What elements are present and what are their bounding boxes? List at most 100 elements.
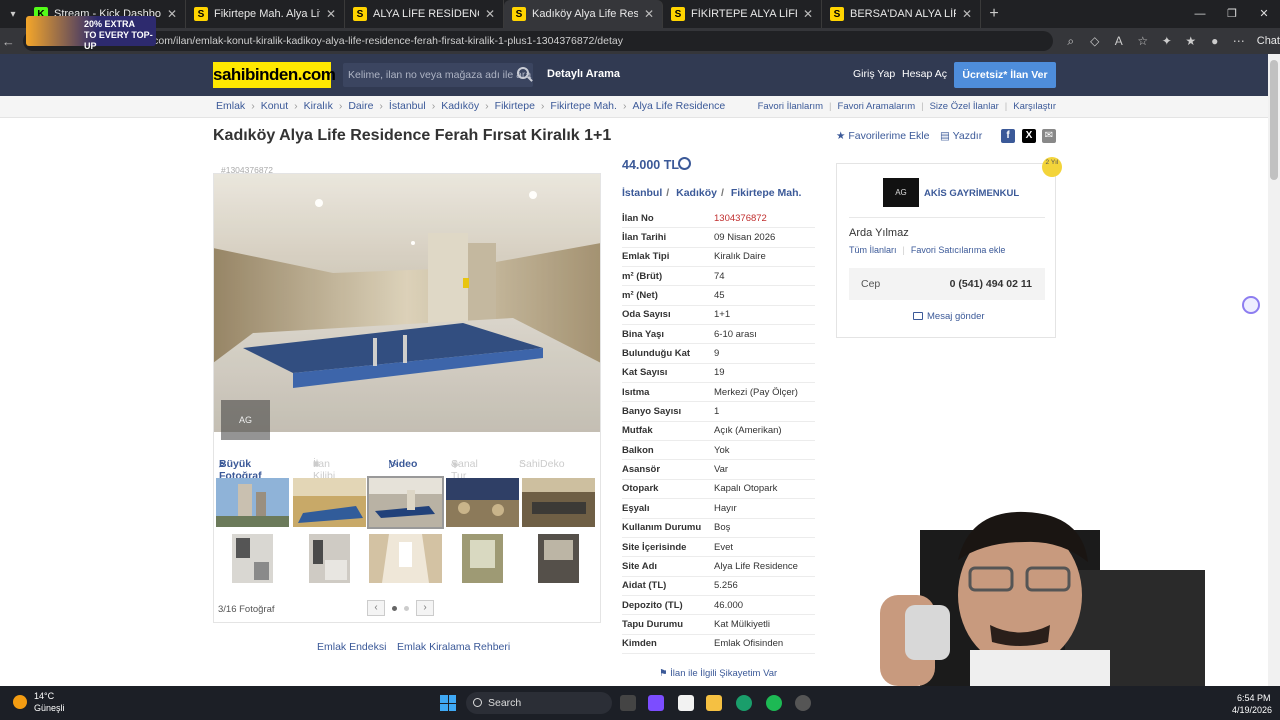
price-history-icon[interactable] xyxy=(678,157,691,170)
close-icon[interactable]: ✕ xyxy=(326,7,336,21)
close-window-icon[interactable]: ✕ xyxy=(1248,0,1280,28)
scrollbar-thumb[interactable] xyxy=(1270,60,1278,180)
zoom-icon[interactable]: ⌕ xyxy=(1059,34,1083,49)
back-icon[interactable]: ← xyxy=(0,34,17,49)
seller-logo[interactable]: AG xyxy=(883,178,919,207)
detail-value: 1 xyxy=(714,406,720,418)
obs-icon[interactable] xyxy=(795,695,811,711)
breadcrumb-item[interactable]: İstanbul xyxy=(389,100,426,112)
page-dot[interactable] xyxy=(404,606,409,611)
breadcrumb-item[interactable]: Emlak xyxy=(216,100,245,112)
favorite-seller-link[interactable]: Favori Satıcılarıma ekle xyxy=(911,245,1006,255)
thumbnail[interactable] xyxy=(446,534,519,583)
favorites-icon[interactable]: ★ xyxy=(1179,34,1203,49)
thumbnail-selected[interactable] xyxy=(367,476,444,529)
breadcrumb-item[interactable]: Kadıköy xyxy=(441,100,479,112)
favorite-star-icon[interactable]: ☆ xyxy=(1131,34,1155,49)
breadcrumb-item[interactable]: Kiralık xyxy=(304,100,333,112)
browser-tab-kadikoy-active[interactable]: S Kadıköy Alya Life Residence Ferah ✕ xyxy=(504,0,663,28)
chevron-right-icon[interactable]: › xyxy=(416,600,434,616)
browser-tab-fikirtepe[interactable]: S Fikirtepe Mah. Alya Life Residence ✕ xyxy=(186,0,345,28)
seller-company[interactable]: AKİS GAYRİMENKUL xyxy=(924,188,1019,199)
print-link[interactable]: ▤ Yazdır xyxy=(940,130,982,142)
windows-start-icon[interactable] xyxy=(440,695,456,711)
thumbnail[interactable] xyxy=(369,534,442,583)
location-neighborhood[interactable]: Fikirtepe Mah. xyxy=(731,187,802,199)
thumbnail[interactable] xyxy=(216,534,289,583)
send-message-link[interactable]: Mesaj gönder xyxy=(913,311,985,322)
copilot-chat-button[interactable]: Chat xyxy=(1257,35,1280,47)
thumbnail[interactable] xyxy=(446,478,519,527)
close-icon[interactable]: ✕ xyxy=(485,7,495,21)
location-city[interactable]: İstanbul xyxy=(622,187,662,199)
extensions-icon[interactable]: ✦ xyxy=(1155,34,1179,49)
all-listings-link[interactable]: Tüm İlanları xyxy=(849,245,897,255)
search-icon[interactable] xyxy=(517,67,529,79)
location-district[interactable]: Kadıköy xyxy=(676,187,717,199)
compare-link[interactable]: Karşılaştır xyxy=(1013,101,1056,112)
breadcrumb-item[interactable]: Daire xyxy=(348,100,373,112)
spotify-icon[interactable] xyxy=(766,695,782,711)
copilot-icon[interactable] xyxy=(648,695,664,711)
chevron-left-icon[interactable]: ‹ xyxy=(367,600,385,616)
site-logo[interactable]: sahibinden.com xyxy=(213,62,336,88)
thumbnail[interactable] xyxy=(522,534,595,583)
real-estate-index-link[interactable]: Emlak Endeksi xyxy=(317,641,386,653)
url-field[interactable]: den.com/ilan/emlak-konut-kiralik-kadikoy… xyxy=(22,31,1053,51)
close-icon[interactable]: ✕ xyxy=(803,7,813,21)
minimize-icon[interactable]: — xyxy=(1184,0,1216,28)
edge-icon[interactable] xyxy=(736,695,752,711)
close-icon[interactable]: ✕ xyxy=(644,7,654,21)
read-aloud-icon[interactable]: A xyxy=(1107,34,1131,49)
close-icon[interactable]: ✕ xyxy=(962,7,972,21)
breadcrumb-item[interactable]: Konut xyxy=(261,100,288,112)
complaint-link[interactable]: ⚑ İlan ile İlgili Şikayetim Var xyxy=(659,668,777,679)
add-favorite-link[interactable]: ★ Favorilerime Ekle xyxy=(836,130,929,142)
sun-icon[interactable] xyxy=(13,695,27,709)
signup-link[interactable]: Hesap Aç xyxy=(902,68,947,80)
restore-icon[interactable]: ❐ xyxy=(1216,0,1248,28)
breadcrumb-item[interactable]: Fikirtepe xyxy=(495,100,535,112)
new-tab-button[interactable]: + xyxy=(981,5,1007,23)
close-icon[interactable]: ✕ xyxy=(167,7,177,21)
file-explorer-icon[interactable] xyxy=(706,695,722,711)
page-dot-active[interactable] xyxy=(392,606,397,611)
taskbar-search[interactable]: Search xyxy=(466,692,612,714)
x-twitter-icon[interactable]: X xyxy=(1022,129,1036,143)
login-link[interactable]: Giriş Yap xyxy=(853,68,895,80)
thumbnail[interactable] xyxy=(293,478,366,527)
favorite-listings-link[interactable]: Favori İlanlarım xyxy=(758,101,823,112)
rental-guide-link[interactable]: Emlak Kiralama Rehberi xyxy=(397,641,510,653)
assistant-bubble-icon[interactable] xyxy=(1242,296,1260,314)
breadcrumb-item[interactable]: Fikirtepe Mah. xyxy=(550,100,617,112)
browser-tab-alya-3-metre[interactable]: S ALYA LİFE RESİDENCE DE 3 METRE ✕ xyxy=(345,0,504,28)
special-listings-link[interactable]: Size Özel İlanlar xyxy=(930,101,999,112)
profile-icon[interactable]: ● xyxy=(1203,34,1227,49)
favorite-searches-link[interactable]: Favori Aramalarım xyxy=(838,101,916,112)
tab-list-icon[interactable]: ▾ xyxy=(0,0,26,28)
thumbnail[interactable] xyxy=(293,534,366,583)
more-icon[interactable]: ⋯ xyxy=(1227,34,1251,49)
mail-icon[interactable]: ✉ xyxy=(1042,129,1056,143)
main-photo[interactable] xyxy=(213,173,601,432)
detail-value: 1+1 xyxy=(714,309,731,321)
browser-tab-fikirtepe-sitesinde[interactable]: S FİKİRTEPE ALYA LİFE SİTESİNDE, Gİ ✕ xyxy=(663,0,822,28)
detailed-search-link[interactable]: Detaylı Arama xyxy=(547,68,620,80)
tag-icon[interactable]: ◇ xyxy=(1083,34,1107,49)
detail-key: Asansör xyxy=(622,464,661,476)
breadcrumb-item[interactable]: Alya Life Residence xyxy=(632,100,725,112)
facebook-icon[interactable]: f xyxy=(1001,129,1015,143)
post-ad-button[interactable]: Ücretsiz* İlan Ver xyxy=(954,62,1056,88)
membership-badge: 2 Yıl xyxy=(1042,157,1062,177)
store-icon[interactable] xyxy=(678,695,694,711)
page-scrollbar[interactable] xyxy=(1268,54,1280,686)
gallery-tabs: ⌕ Büyük Fotoğraf ■ İlan Kilibi ▷ Video ◈… xyxy=(213,448,601,482)
search-input[interactable]: Kelime, ilan no veya mağaza adı ile ara xyxy=(343,63,533,87)
detail-row: Eşyalı Hayır xyxy=(622,499,815,519)
thumbnail[interactable] xyxy=(522,478,595,527)
task-view-icon[interactable] xyxy=(620,695,636,711)
phone-number[interactable]: 0 (541) 494 02 11 xyxy=(950,278,1032,290)
thumbnail[interactable] xyxy=(216,478,289,527)
detail-value: Var xyxy=(714,464,729,476)
browser-tab-bersa[interactable]: S BERSA'DAN ALYA LİFE RESİDENCE ✕ xyxy=(822,0,981,28)
